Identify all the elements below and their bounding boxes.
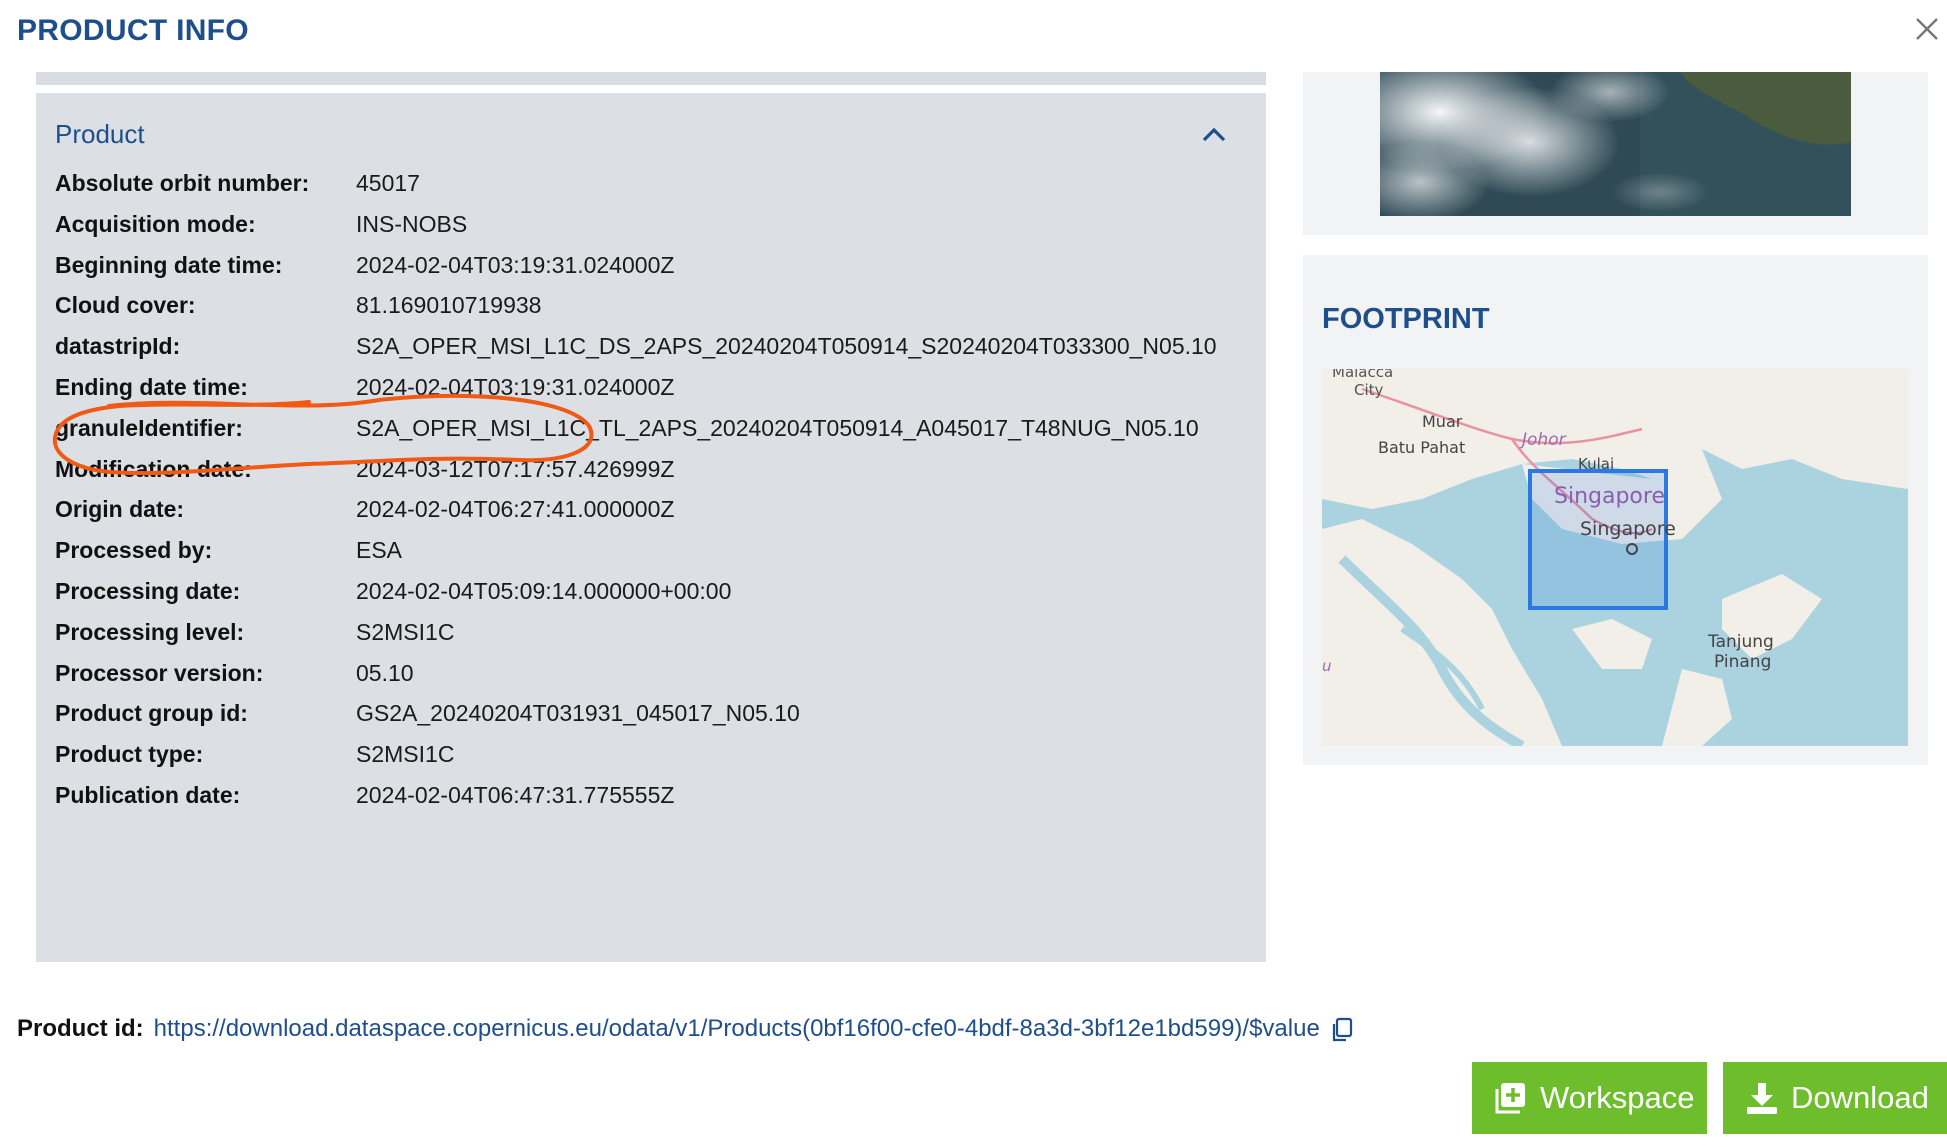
close-icon	[1916, 18, 1938, 40]
attribute-value: 2024-03-12T07:17:57.426999Z	[356, 455, 675, 482]
attribute-value: 2024-02-04T06:47:31.775555Z	[356, 782, 675, 808]
collapsed-section[interactable]	[36, 72, 1266, 85]
attribute-value: INS-NOBS	[356, 210, 468, 237]
chevron-up-icon	[1202, 127, 1226, 142]
attribute-row: Processing level: S2MSI1C	[55, 612, 1245, 652]
product-info-dialog: PRODUCT INFO Product Absolute orbit numb…	[0, 0, 1947, 1147]
attribute-row: Ending date time: 2024-02-04T03:19:31.024…	[55, 367, 1245, 407]
dialog-title: PRODUCT INFO	[17, 14, 249, 47]
attribute-value: ESA	[356, 537, 403, 564]
attribute-value: 2024-02-04T06:27:41.000000Z	[356, 496, 675, 523]
attribute-row: datastripId: S2A_OPER_MSI_L1C_DS_2APS_202…	[55, 326, 1245, 366]
attribute-label: Product group id:	[55, 700, 248, 727]
map-label-muar: Muar	[1422, 412, 1463, 431]
map-label-edge: u	[1322, 657, 1332, 675]
product-id-label: Product id:	[17, 1015, 144, 1042]
attribute-row: Modification date: 2024-03-12T07:17:57.42…	[55, 449, 1245, 489]
product-id-row: Product id: https://download.dataspace.co…	[17, 1012, 1354, 1046]
attribute-value: S2MSI1C	[356, 741, 455, 768]
attribute-label: datastripId:	[55, 333, 181, 360]
attribute-row: Beginning date time: 2024-02-04T03:19:31.…	[55, 245, 1245, 285]
footprint-card: FOOTPRINT Malacca City Muar Johor Batu P…	[1303, 255, 1928, 765]
download-icon	[1747, 1083, 1777, 1114]
map-label-malacca: Malacca	[1332, 369, 1393, 381]
map-label-pinang: Pinang	[1714, 652, 1771, 672]
attribute-label: Beginning date time:	[55, 251, 283, 278]
attribute-row: Cloud cover: 81.169010719938	[55, 285, 1245, 325]
attribute-label: granuleIdentifier:	[55, 414, 243, 441]
attribute-row: granuleIdentifier: S2A_OPER_MSI_L1C_TL_2A…	[55, 408, 1245, 448]
attribute-value: S2A_OPER_MSI_L1C_DS_2APS_20240204T050914…	[356, 333, 1217, 360]
download-button-label: Download	[1791, 1080, 1929, 1115]
attribute-value: S2MSI1C	[356, 618, 455, 645]
attribute-label: Processor version:	[55, 659, 264, 686]
workspace-button[interactable]: Workspace	[1472, 1062, 1707, 1134]
attribute-row: Absolute orbit number: 45017	[55, 163, 1245, 203]
download-button[interactable]: Download	[1723, 1062, 1947, 1134]
attributes-scroll-area[interactable]: Product Absolute orbit number: 45017 Acqui…	[17, 72, 1285, 962]
attribute-row: Origin date: 2024-02-04T06:27:41.000000Z	[55, 489, 1245, 529]
product-id-link[interactable]: https://download.dataspace.copernicus.eu…	[154, 1015, 1320, 1042]
map-label-johor: Johor	[1519, 430, 1567, 450]
attribute-label: Cloud cover:	[55, 292, 196, 319]
attribute-label: Publication date:	[55, 782, 241, 808]
map-label-singapore-city: Singapore	[1580, 518, 1676, 540]
product-panel: Product Absolute orbit number: 45017 Acqui…	[36, 93, 1266, 962]
attribute-value: 2024-02-04T05:09:14.000000+00:00	[356, 578, 732, 604]
attribute-label: Processing level:	[55, 618, 245, 645]
attribute-row: Processing date: 2024-02-04T05:09:14.0000…	[55, 571, 1245, 611]
map-label-city: City	[1354, 381, 1384, 399]
attribute-label: Product type:	[55, 741, 204, 768]
attribute-value: GS2A_20240204T031931_045017_N05.10	[356, 700, 800, 727]
attribute-value: 45017	[356, 170, 420, 196]
attribute-value: S2A_OPER_MSI_L1C_TL_2APS_20240204T050914…	[356, 414, 1199, 441]
map-label-kulai: Kulai	[1578, 455, 1614, 473]
copy-icon[interactable]	[1330, 1017, 1354, 1043]
attribute-label: Modification date:	[55, 455, 252, 482]
map-label-tanjung: Tanjung	[1707, 632, 1774, 652]
attribute-label: Ending date time:	[55, 374, 248, 400]
map-label-singapore-country: Singapore	[1554, 484, 1665, 509]
attribute-label: Absolute orbit number:	[55, 170, 310, 196]
footprint-map[interactable]: Malacca City Muar Johor Batu Pahat Kulai…	[1322, 369, 1908, 746]
map-label-batu-pahat: Batu Pahat	[1378, 438, 1465, 457]
workspace-button-label: Workspace	[1540, 1080, 1695, 1115]
attribute-label: Processing date:	[55, 578, 241, 604]
attribute-row: Product group id: GS2A_20240204T031931_04…	[55, 693, 1245, 733]
attribute-row: Product type: S2MSI1C	[55, 734, 1245, 774]
attribute-row: Processed by: ESA	[55, 530, 1245, 570]
attribute-label: Acquisition mode:	[55, 210, 256, 237]
attribute-value: 2024-02-04T03:19:31.024000Z	[356, 251, 675, 278]
attribute-row: Processor version: 05.10	[55, 653, 1245, 693]
footprint-title: FOOTPRINT	[1322, 303, 1490, 335]
attribute-value: 05.10	[356, 659, 414, 686]
add-to-workspace-icon	[1495, 1083, 1525, 1114]
preview-card	[1303, 72, 1928, 235]
quicklook-image[interactable]	[1380, 72, 1851, 216]
attribute-value: 2024-02-04T03:19:31.024000Z	[356, 374, 675, 400]
attribute-value: 81.169010719938	[356, 292, 542, 319]
attribute-label: Origin date:	[55, 496, 185, 523]
attribute-row: Acquisition mode: INS-NOBS	[55, 204, 1245, 244]
collapse-button[interactable]	[1199, 121, 1229, 147]
attribute-row: Publication date: 2024-02-04T06:47:31.775…	[55, 775, 1245, 815]
attribute-label: Processed by:	[55, 537, 213, 564]
close-button[interactable]	[1910, 12, 1944, 46]
product-panel-title[interactable]: Product	[55, 119, 145, 150]
